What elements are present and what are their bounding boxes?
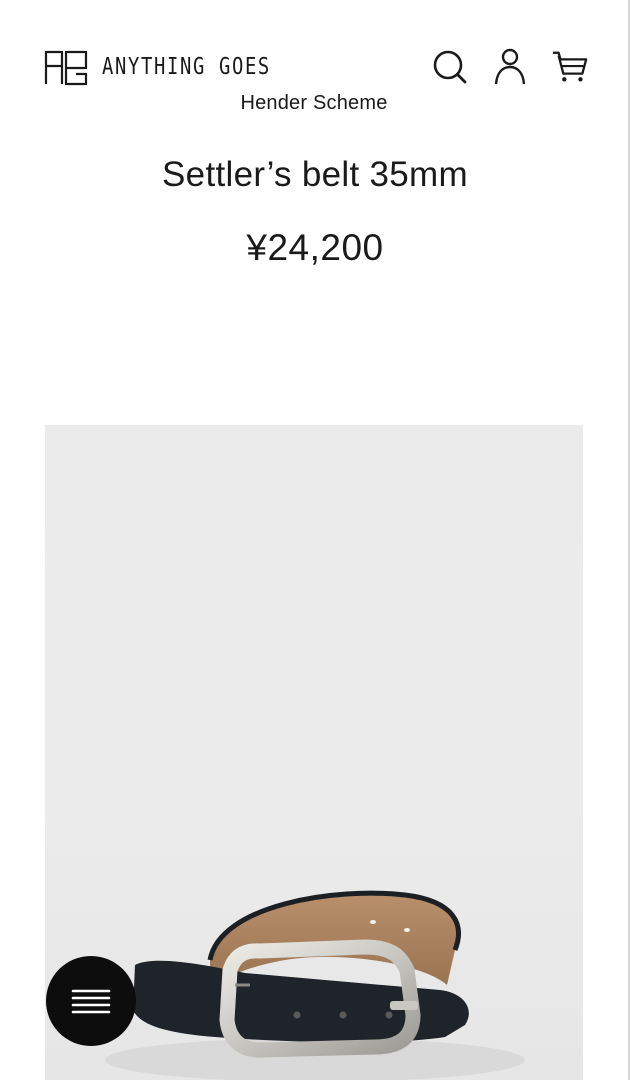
product-page: ANYTHING GOES Hender Scheme Settler’s be… <box>0 0 630 1080</box>
header-icons <box>431 48 589 86</box>
site-header: ANYTHING GOES <box>44 44 589 90</box>
product-brand-label: Hender Scheme <box>240 92 388 114</box>
search-icon <box>433 50 467 84</box>
cart-button[interactable] <box>551 48 589 86</box>
account-button[interactable] <box>491 48 529 86</box>
search-button[interactable] <box>431 48 469 86</box>
product-price: ¥24,200 <box>246 227 384 268</box>
store-logo[interactable]: ANYTHING GOES <box>44 48 308 86</box>
hamburger-menu-icon <box>71 989 111 1014</box>
ag-logo-mark-icon <box>44 50 88 86</box>
product-brand[interactable]: Hender Scheme <box>0 92 630 115</box>
product-title: Settler’s belt 35mm <box>162 155 468 194</box>
logo-text: ANYTHING GOES <box>102 54 271 80</box>
account-icon <box>494 48 526 85</box>
menu-button[interactable] <box>46 956 136 1046</box>
cart-icon <box>552 51 588 82</box>
